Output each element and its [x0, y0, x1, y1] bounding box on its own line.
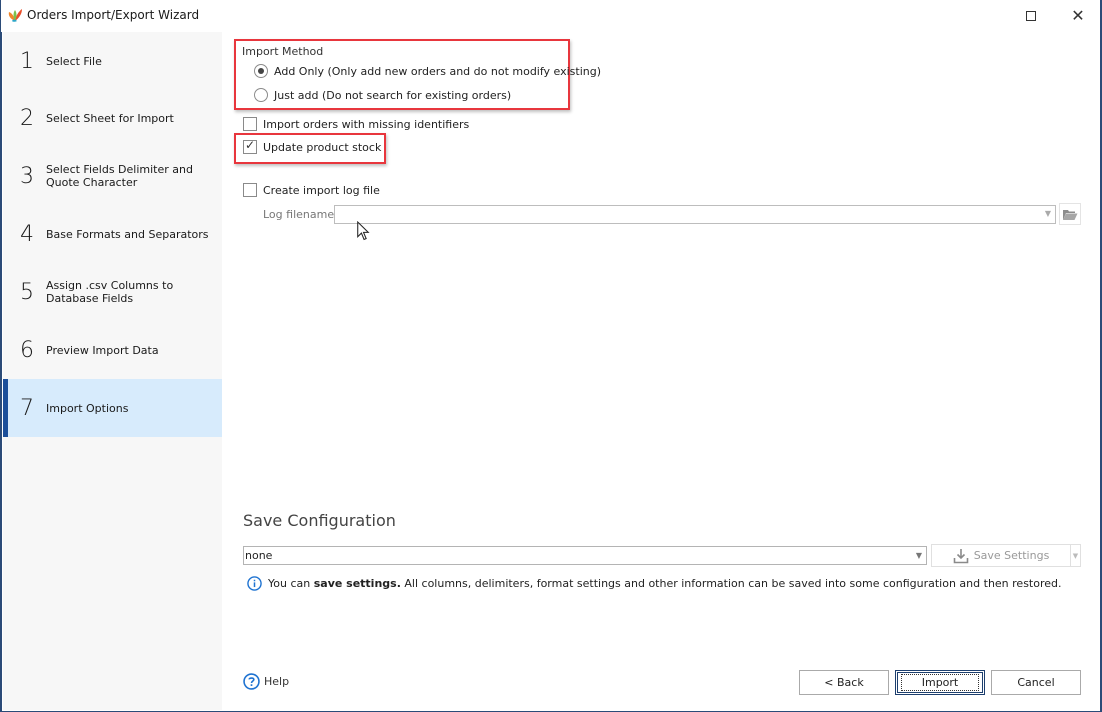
download-icon — [953, 548, 968, 563]
step-label: Import Options — [46, 401, 129, 415]
cancel-button[interactable]: Cancel — [991, 670, 1081, 695]
radio-add-only[interactable]: Add Only (Only add new orders and do not… — [254, 64, 601, 78]
step-label: Select Fields Delimiter and Quote Charac… — [46, 163, 193, 189]
step-number: 7 — [20, 395, 34, 421]
step-select-file[interactable]: 1 Select File — [3, 32, 222, 90]
checkbox-label: Import orders with missing identifiers — [263, 117, 470, 131]
checkbox-label: Create import log file — [263, 183, 380, 197]
radio-button-selected[interactable] — [254, 64, 268, 78]
save-settings-button[interactable]: Save Settings — [931, 544, 1071, 567]
step-label: Base Formats and Separators — [46, 227, 209, 241]
step-select-sheet[interactable]: 2 Select Sheet for Import — [3, 89, 222, 147]
back-button[interactable]: < Back — [799, 670, 889, 695]
step-number: 6 — [20, 337, 34, 363]
checkbox[interactable] — [243, 117, 257, 131]
title-bar: Orders Import/Export Wizard ✕ — [1, 0, 1101, 32]
step-number: 4 — [20, 221, 34, 247]
radio-label: Add Only (Only add new orders and do not… — [274, 64, 602, 78]
cancel-label: Cancel — [1017, 676, 1055, 689]
checkbox-checked[interactable]: ✓ — [243, 138, 257, 154]
dropdown-arrow-icon: ▼ — [915, 551, 922, 560]
info-text-rest: All columns, delimiters, format settings… — [400, 577, 1062, 590]
import-button[interactable]: Import — [895, 670, 985, 695]
radio-just-add[interactable]: Just add (Do not search for existing ord… — [254, 88, 511, 102]
step-label: Select Sheet for Import — [46, 111, 174, 125]
dropdown-arrow-icon[interactable]: ▼ — [1045, 209, 1051, 218]
checkbox-missing-identifiers[interactable]: Import orders with missing identifiers — [243, 117, 469, 131]
step-number: 2 — [20, 105, 34, 131]
save-settings-label: Save Settings — [973, 549, 1050, 562]
step-base-formats[interactable]: 4 Base Formats and Separators — [3, 205, 222, 263]
window-title: Orders Import/Export Wizard — [27, 8, 200, 22]
step-label: Select File — [46, 54, 102, 68]
app-logo-icon — [8, 9, 22, 22]
browse-folder-button[interactable] — [1059, 203, 1081, 225]
configuration-select[interactable]: none ▼ — [243, 546, 927, 565]
step-label: Preview Import Data — [46, 343, 159, 357]
help-label: Help — [264, 675, 290, 688]
log-filename-label: Log filename — [263, 208, 335, 221]
radio-button[interactable] — [254, 88, 268, 102]
import-options-panel: Import Method Add Only (Only add new ord… — [222, 32, 1101, 710]
radio-label: Just add (Do not search for existing ord… — [274, 88, 512, 102]
step-number: 3 — [20, 163, 34, 189]
log-filename-input[interactable]: ▼ — [334, 205, 1056, 224]
info-icon — [247, 576, 262, 591]
save-settings-dropdown[interactable]: ▼ — [1070, 544, 1081, 567]
close-icon: ✕ — [1071, 6, 1085, 25]
checkbox[interactable] — [243, 183, 257, 197]
checkbox-create-log[interactable]: Create import log file — [243, 183, 380, 197]
maximize-icon — [1026, 11, 1036, 21]
step-label: Assign .csv Columns to Database Fields — [46, 279, 174, 305]
back-label: < Back — [824, 676, 864, 689]
wizard-steps-sidebar: 1 Select File 2 Select Sheet for Import … — [3, 32, 222, 710]
step-select-delimiter[interactable]: 3 Select Fields Delimiter and Quote Char… — [3, 147, 222, 205]
info-text-bold: save settings. — [313, 577, 401, 590]
close-button[interactable]: ✕ — [1061, 4, 1095, 28]
help-link[interactable]: Help — [243, 673, 289, 690]
step-number: 1 — [20, 48, 34, 74]
save-settings-info: You can save settings. All columns, deli… — [247, 576, 1062, 591]
import-label: Import — [900, 674, 980, 691]
info-text-prefix: You can — [268, 577, 314, 590]
step-import-options[interactable]: 7 Import Options — [3, 379, 222, 437]
maximize-button[interactable] — [1014, 4, 1048, 28]
folder-open-icon — [1063, 209, 1078, 220]
step-preview-data[interactable]: 6 Preview Import Data — [3, 321, 222, 379]
save-configuration-title: Save Configuration — [243, 511, 396, 530]
configuration-value: none — [245, 549, 273, 562]
step-number: 5 — [20, 279, 34, 305]
checkbox-update-stock[interactable]: ✓ Update product stock — [243, 138, 382, 154]
import-method-label: Import Method — [242, 45, 324, 58]
checkmark-icon: ✓ — [245, 138, 256, 152]
step-assign-columns[interactable]: 5 Assign .csv Columns to Database Fields — [3, 263, 222, 321]
wizard-window: Orders Import/Export Wizard ✕ 1 Select F… — [0, 0, 1102, 712]
checkbox-label: Update product stock — [263, 140, 382, 154]
help-icon — [243, 673, 260, 690]
